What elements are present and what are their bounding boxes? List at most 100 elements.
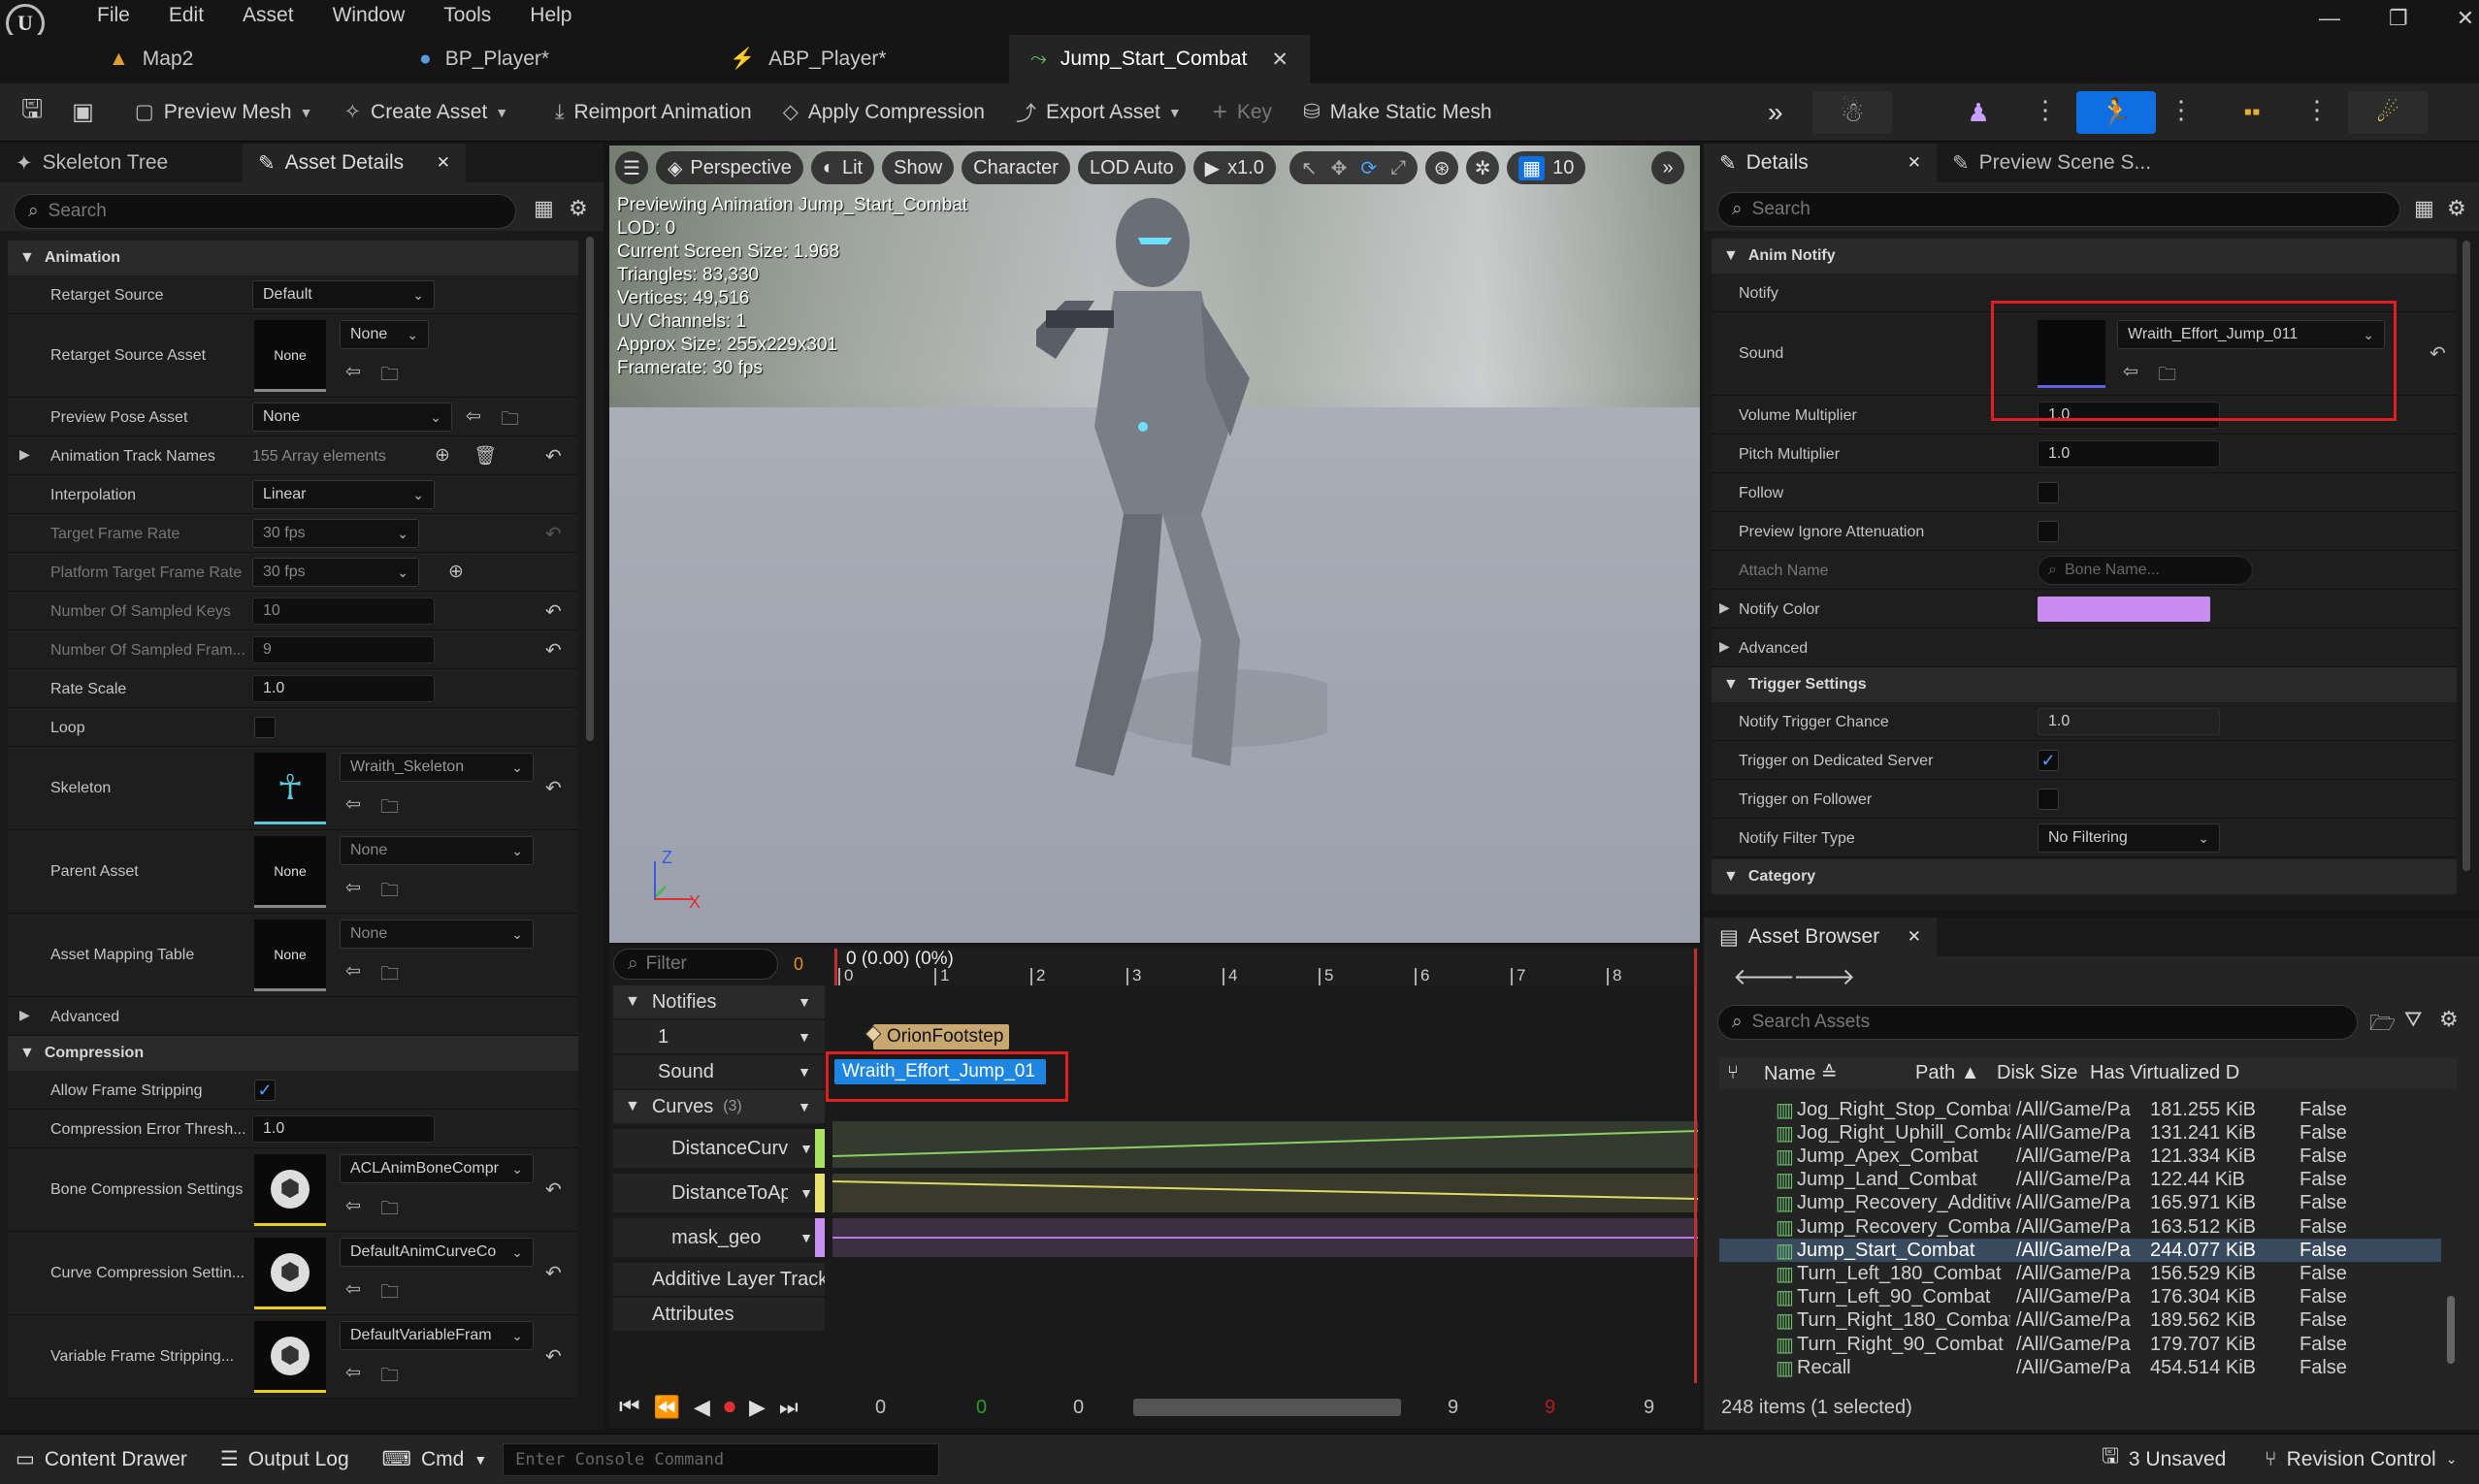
close-tab-icon[interactable]: ✕ [1908, 153, 1921, 173]
frame-last[interactable]: 9 [1644, 1397, 1654, 1419]
snap-button[interactable]: ✲ [1466, 151, 1500, 184]
folder-icon[interactable]: 🗁 [2369, 1007, 2396, 1044]
revert-icon[interactable]: ↶ [545, 776, 562, 800]
perspective-button[interactable]: ◈ Perspective [656, 151, 803, 184]
chevron-down-icon[interactable]: ▼ [798, 1064, 811, 1080]
skeleton-mode-button[interactable]: ☃ [1812, 91, 1892, 134]
notify-filter-combo[interactable]: No Filtering ⌄ [2038, 823, 2220, 853]
scale-icon[interactable]: ⤢ [1390, 157, 1406, 179]
back-arrow-icon[interactable]: 🡐 [1733, 962, 1795, 991]
preview-pose-combo[interactable]: None ⌄ [252, 403, 452, 432]
make-static-mesh-button[interactable]: ⛁ Make Static Mesh [1291, 91, 1504, 134]
chevron-down-icon[interactable]: ▼ [798, 1029, 811, 1045]
asset-thumbnail[interactable]: ⬢ [254, 1321, 326, 1393]
frame-red[interactable]: 9 [1545, 1397, 1555, 1419]
reimport-button[interactable]: ⤓ Reimport Animation [543, 91, 764, 134]
interpolation-combo[interactable]: Linear ⌄ [252, 480, 435, 509]
menu-asset[interactable]: Asset [243, 4, 294, 27]
browse-folder-icon[interactable]: 🗀 [380, 1195, 399, 1226]
play-icon[interactable]: ▶ [749, 1395, 766, 1420]
step-back-icon[interactable]: ⏪ [654, 1395, 680, 1420]
skeleton-combo[interactable]: Wraith_Skeleton ⌄ [340, 753, 534, 782]
bone-compression-combo[interactable]: ACLAnimBoneCompr ⌄ [340, 1154, 534, 1183]
character-button[interactable]: Character [962, 151, 1070, 184]
expand-arrow-icon[interactable]: ▶ [19, 1007, 30, 1023]
gear-icon[interactable]: ⚙ [569, 196, 588, 221]
attach-name-field[interactable]: ⌕ Bone Name... [2038, 556, 2253, 585]
skip-end-icon[interactable]: ⏭ [779, 1395, 799, 1420]
asset-row[interactable]: ▥ Turn_Right_90_Combat/All/Game/Pa 179.707… [1719, 1333, 2441, 1356]
add-element-icon[interactable]: ⊕ [435, 444, 450, 467]
browse-folder-icon[interactable]: 🗀 [380, 1278, 399, 1309]
minimize-icon[interactable]: — [2319, 6, 2340, 31]
use-selected-icon[interactable]: ⇦ [345, 1195, 361, 1217]
close-tab-icon[interactable]: ✕ [1908, 927, 1921, 947]
section-compression[interactable]: ▼ Compression [8, 1036, 578, 1071]
apply-compression-button[interactable]: ◇ Apply Compression [771, 91, 996, 134]
track-curves[interactable]: ▼ Curves (3) ▼ [613, 1090, 825, 1123]
asset-row[interactable]: ▥ Jog_Right_Uphill_Comba/All/Game/Pa 131.2… [1719, 1121, 2441, 1145]
chevron-down-icon[interactable]: ▼ [799, 1185, 813, 1201]
revision-control-button[interactable]: ⑂ Revision Control ⌄ [2265, 1448, 2457, 1471]
record-icon[interactable]: ⏺ [724, 1394, 735, 1421]
asset-row[interactable]: ▥ Turn_Left_180_Combat/All/Game/Pa 156.529… [1719, 1262, 2441, 1285]
playback-speed-button[interactable]: ▶ x1.0 [1192, 151, 1276, 184]
cmd-button[interactable]: ⌨ Cmd ▼ [382, 1447, 488, 1471]
select-icon[interactable]: ↖ [1301, 156, 1318, 180]
browse-folder-icon[interactable]: 🗀 [380, 960, 399, 991]
asset-search-input[interactable]: ⌕ Search Assets [1717, 1005, 2358, 1040]
use-selected-icon[interactable]: ⇦ [466, 405, 481, 428]
content-drawer-button[interactable]: ▭ Content Drawer [16, 1447, 187, 1471]
variable-frame-combo[interactable]: DefaultVariableFram ⌄ [340, 1321, 534, 1350]
column-path[interactable]: Path ▲ [1915, 1062, 1980, 1084]
section-category[interactable]: ▼ Category [1712, 859, 2457, 894]
unsaved-button[interactable]: 🖫 3 Unsaved [2102, 1442, 2226, 1476]
chevron-down-icon[interactable]: ▼ [799, 1230, 813, 1245]
track-notify-1[interactable]: 1 ▼ [613, 1020, 825, 1053]
skip-start-icon[interactable]: ⏮ [619, 1394, 640, 1421]
tab-jump-start-combat[interactable]: ⤳ Jump_Start_Combat ✕ [1009, 35, 1310, 83]
use-selected-icon[interactable]: ⇦ [345, 793, 361, 816]
export-asset-button[interactable]: ⤴ Export Asset ▼ [1004, 91, 1193, 134]
lod-button[interactable]: LOD Auto [1077, 151, 1186, 184]
track-sound[interactable]: Sound ▼ [613, 1055, 825, 1088]
revert-icon[interactable]: ↶ [545, 444, 562, 468]
asset-thumbnail[interactable]: None [254, 919, 326, 991]
chevron-down-icon[interactable]: ▼ [798, 1099, 811, 1114]
trigger-chance-field[interactable]: 1.0 [2038, 708, 2220, 735]
blueprint-mode-button[interactable]: ▪▪ [2212, 91, 2292, 134]
timeline-scrollbar[interactable] [1133, 1399, 1401, 1416]
table-view-icon[interactable]: ▦ [2414, 196, 2434, 221]
use-selected-icon[interactable]: ⇦ [345, 960, 361, 983]
tree-icon[interactable]: ⑂ [1727, 1062, 1739, 1084]
revert-icon[interactable]: ↶ [545, 1178, 562, 1202]
follower-checkbox[interactable] [2038, 789, 2059, 810]
revert-icon[interactable]: ↶ [545, 1344, 562, 1369]
show-button[interactable]: Show [882, 151, 955, 184]
filter-icon[interactable]: ⛛ [2404, 1007, 2422, 1032]
close-window-icon[interactable]: ✕ [2457, 6, 2474, 31]
output-log-button[interactable]: ☰ Output Log [220, 1447, 349, 1471]
close-tab-icon[interactable]: ✕ [437, 153, 450, 173]
frame-current[interactable]: 0 [1073, 1397, 1084, 1419]
frame-green[interactable]: 0 [976, 1397, 987, 1419]
menu-tools[interactable]: Tools [443, 4, 491, 27]
expand-arrow-icon[interactable]: ▶ [1719, 638, 1730, 655]
browse-folder-icon[interactable]: 🗀 [380, 877, 399, 908]
create-asset-button[interactable]: ✧ Create Asset ▼ [332, 91, 520, 134]
menu-help[interactable]: Help [530, 4, 571, 27]
advanced-label[interactable]: Advanced [50, 1009, 119, 1026]
asset-row[interactable]: ▥ Jump_Recovery_Combat/All/Game/Pa 163.512… [1719, 1215, 2441, 1239]
rotate-icon[interactable]: ⟳ [1360, 156, 1377, 180]
curve-track[interactable]: DistanceToAp ▼ [613, 1174, 825, 1212]
pitch-multiplier-field[interactable]: 1.0 [2038, 440, 2220, 468]
compression-error-field[interactable]: 1.0 [252, 1115, 435, 1143]
add-element-icon[interactable]: ⊕ [448, 561, 464, 583]
menu-file[interactable]: File [97, 4, 130, 27]
curve-track[interactable]: mask_geo ▼ [613, 1218, 825, 1257]
gear-icon[interactable]: ⚙ [2447, 196, 2466, 221]
lit-button[interactable]: ◐ Lit [810, 151, 875, 184]
asset-thumbnail[interactable]: None [254, 320, 326, 392]
close-tab-icon[interactable]: ✕ [1271, 48, 1288, 72]
tab-bp-player[interactable]: ● BP_Player* [398, 35, 708, 83]
